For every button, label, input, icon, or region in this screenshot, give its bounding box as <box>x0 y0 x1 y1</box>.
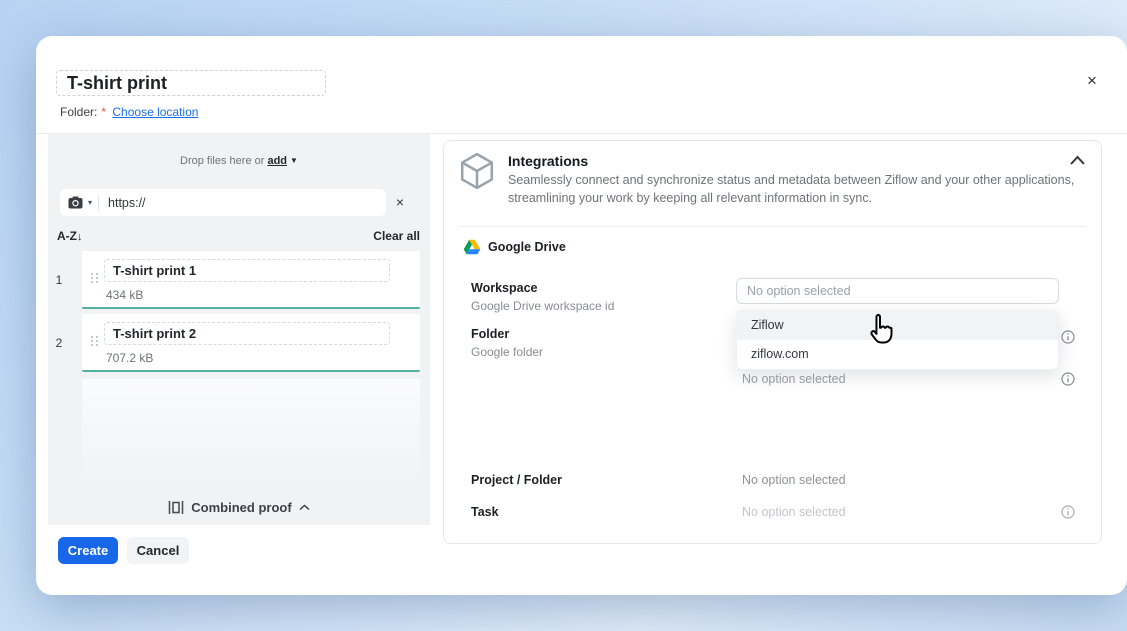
sort-row: A-Z↓ Clear all <box>57 229 420 243</box>
folder-label: Folder: <box>60 105 97 119</box>
file-size: 707.2 kB <box>106 351 153 365</box>
folder-location-row: Folder: * Choose location <box>60 105 198 119</box>
choose-location-link[interactable]: Choose location <box>112 105 198 119</box>
integrations-card: Integrations Seamlessly connect and sync… <box>443 140 1102 544</box>
add-caret-icon: ▼ <box>290 156 298 165</box>
combined-proof-icon <box>168 500 184 515</box>
info-icon[interactable] <box>1061 330 1075 349</box>
url-divider <box>98 195 99 210</box>
task-value[interactable]: No option selected <box>742 505 846 519</box>
folder-field-value[interactable]: No option selected <box>742 372 846 386</box>
required-asterisk: * <box>101 105 106 119</box>
drop-files-row[interactable]: Drop files here or add▼ <box>48 155 430 167</box>
sort-arrow-icon: ↓ <box>77 231 83 243</box>
project-folder-value[interactable]: No option selected <box>742 473 846 487</box>
sort-toggle[interactable]: A-Z↓ <box>57 229 83 243</box>
url-type-caret-icon[interactable]: ▾ <box>88 198 92 207</box>
camera-icon <box>68 196 83 209</box>
workspace-sublabel: Google Drive workspace id <box>471 299 614 313</box>
drag-handle-icon[interactable] <box>91 273 98 286</box>
file-card[interactable]: T-shirt print 2 707.2 kB <box>82 314 420 372</box>
google-drive-icon <box>463 239 481 255</box>
proof-title-input[interactable]: T-shirt print <box>56 70 326 96</box>
file-name-input[interactable]: T-shirt print 2 <box>104 322 390 345</box>
file-name-input[interactable]: T-shirt print 1 <box>104 259 390 282</box>
integrations-description: Seamlessly connect and synchronize statu… <box>508 172 1080 208</box>
url-value[interactable]: https:// <box>108 196 146 210</box>
drag-handle-icon[interactable] <box>91 336 98 349</box>
info-icon[interactable] <box>1061 505 1075 524</box>
google-drive-row: Google Drive <box>463 239 566 255</box>
combined-proof-toggle[interactable]: Combined proof <box>48 489 430 525</box>
info-icon[interactable] <box>1061 372 1075 391</box>
cancel-button[interactable]: Cancel <box>127 537 189 564</box>
task-label: Task <box>471 505 499 519</box>
integrations-cube-icon <box>459 152 495 195</box>
collapse-chevron-up-icon[interactable] <box>1069 153 1086 171</box>
create-proof-dialog: T-shirt print × Folder: * Choose location… <box>36 36 1127 595</box>
file-upload-panel: Drop files here or add▼ ▾ https:// × A-Z… <box>48 134 430 525</box>
file-index: 1 <box>52 273 66 287</box>
clear-all-button[interactable]: Clear all <box>373 229 420 243</box>
workspace-select[interactable]: No option selected <box>736 278 1059 304</box>
create-button[interactable]: Create <box>58 537 118 564</box>
file-index: 2 <box>52 336 66 350</box>
project-folder-label: Project / Folder <box>471 473 562 487</box>
file-size: 434 kB <box>106 288 143 302</box>
file-card[interactable]: T-shirt print 1 434 kB <box>82 251 420 309</box>
hand-cursor-icon <box>864 311 898 356</box>
combined-proof-label: Combined proof <box>191 500 291 515</box>
url-clear-icon[interactable]: × <box>391 193 409 211</box>
google-drive-label: Google Drive <box>488 240 566 254</box>
integrations-divider <box>459 226 1086 227</box>
add-files-link[interactable]: add <box>267 155 287 167</box>
file-list-fade <box>82 379 420 489</box>
url-input[interactable]: ▾ https:// <box>60 189 386 216</box>
chevron-up-icon <box>299 504 310 511</box>
folder-field-label: Folder <box>471 327 509 341</box>
folder-field-sublabel: Google folder <box>471 345 543 359</box>
integrations-title: Integrations <box>508 153 588 169</box>
drop-files-text: Drop files here or <box>180 155 264 167</box>
workspace-label: Workspace <box>471 281 537 295</box>
close-icon[interactable]: × <box>1081 70 1103 92</box>
